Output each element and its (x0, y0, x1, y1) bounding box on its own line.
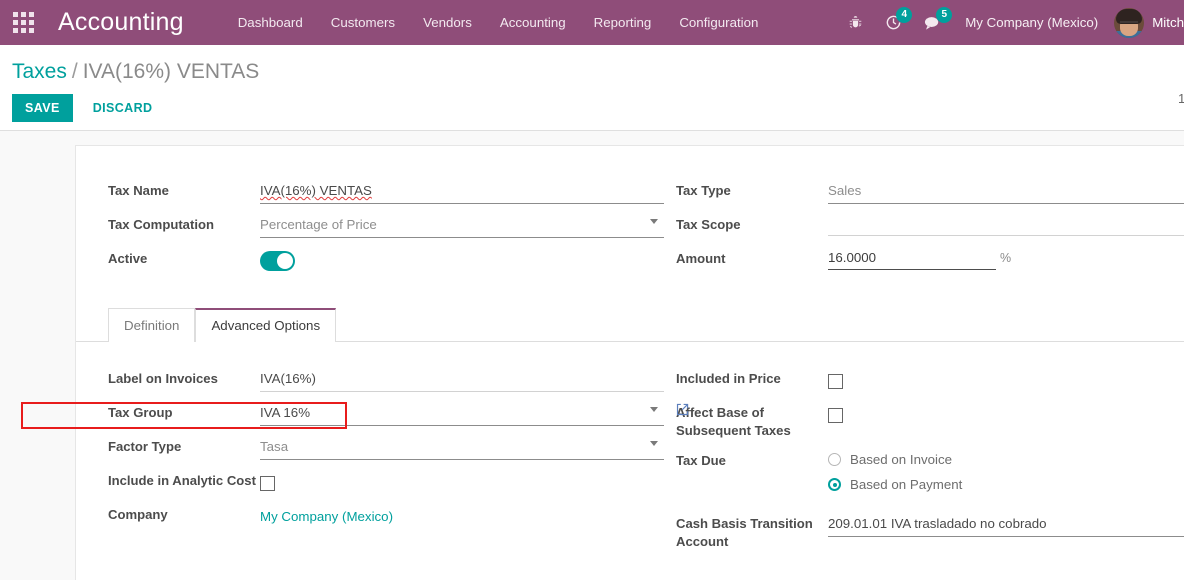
tax-name-label: Tax Name (108, 183, 169, 198)
label-on-invoices-input[interactable]: IVA(16%) (260, 367, 664, 392)
breadcrumb-taxes-link[interactable]: Taxes (12, 60, 67, 83)
include-analytic-cost-checkbox[interactable] (260, 476, 275, 491)
user-name-label: Mitch (1152, 15, 1184, 30)
record-action-buttons: SAVE DISCARD (0, 87, 1184, 124)
included-in-price-label: Included in Price (676, 371, 781, 386)
tax-due-label: Tax Due (676, 453, 726, 468)
tax-scope-select[interactable] (828, 213, 1184, 236)
tax-computation-field: Tax Computation Percentage of Price (108, 210, 664, 238)
company-field: Company My Company (Mexico) (108, 500, 664, 528)
messages-icon[interactable]: 5 (913, 0, 953, 45)
menu-item-customers[interactable]: Customers (317, 0, 409, 45)
user-menu[interactable]: Mitch (1110, 7, 1184, 38)
tab-definition[interactable]: Definition (108, 308, 196, 342)
main-menu: Dashboard Customers Vendors Accounting R… (224, 0, 773, 45)
navbar-right-zone: 4 5 My Company (Mexico) Mitch (837, 0, 1184, 45)
affect-base-label: Affect Base of Subsequent Taxes (676, 405, 791, 438)
apps-menu-button[interactable] (0, 0, 46, 45)
factor-type-select[interactable]: Tasa (260, 435, 664, 460)
notebook-tabs: Definition Advanced Options (76, 308, 1184, 342)
tab-advanced-options[interactable]: Advanced Options (195, 308, 337, 342)
tax-scope-label: Tax Scope (676, 217, 741, 232)
affect-base-checkbox[interactable] (828, 408, 843, 423)
tax-computation-select[interactable]: Percentage of Price (260, 213, 664, 238)
activity-clock-icon[interactable]: 4 (874, 0, 913, 45)
menu-item-vendors[interactable]: Vendors (409, 0, 486, 45)
tax-due-option-invoice[interactable]: Based on Invoice (828, 447, 1184, 472)
advanced-options-pane: Label on Invoices IVA(16%) Tax Group IVA… (76, 342, 1184, 557)
company-switcher[interactable]: My Company (Mexico) (953, 15, 1110, 30)
menu-item-dashboard[interactable]: Dashboard (224, 0, 317, 45)
chevron-down-icon (650, 407, 658, 412)
main-field-group: Tax Name IVA(16%) VENTAS Tax Computation… (76, 176, 1184, 278)
amount-label: Amount (676, 251, 726, 266)
activity-count-badge: 4 (896, 7, 913, 23)
company-value-link[interactable]: My Company (Mexico) (260, 503, 664, 524)
tax-due-field: Tax Due Based on Invoice Based on Paymen… (676, 446, 1184, 497)
menu-item-reporting[interactable]: Reporting (580, 0, 666, 45)
included-in-price-checkbox[interactable] (828, 374, 843, 389)
tax-computation-label: Tax Computation (108, 217, 214, 232)
tax-group-field: Tax Group IVA 16% (108, 398, 689, 426)
main-left-column: Tax Name IVA(16%) VENTAS Tax Computation… (108, 176, 664, 278)
advanced-right-column: Included in Price Affect Base of Subsequ… (664, 364, 1184, 557)
included-in-price-field: Included in Price (676, 364, 1184, 392)
active-label: Active (108, 251, 148, 266)
company-label: Company (108, 507, 168, 522)
tax-due-option-invoice-label: Based on Invoice (850, 452, 953, 467)
form-sheet: Tax Name IVA(16%) VENTAS Tax Computation… (75, 145, 1184, 580)
messages-count-badge: 5 (936, 7, 953, 23)
amount-input[interactable]: 16.0000 (828, 247, 996, 270)
tax-scope-field: Tax Scope (676, 210, 1184, 238)
advanced-field-group: Label on Invoices IVA(16%) Tax Group IVA… (76, 364, 1184, 557)
affect-base-field: Affect Base of Subsequent Taxes (676, 398, 1184, 440)
record-pager[interactable]: 1 (1178, 91, 1184, 106)
breadcrumb-current-record: IVA(16%) VENTAS (82, 60, 260, 83)
menu-item-configuration[interactable]: Configuration (665, 0, 772, 45)
factor-type-field: Factor Type Tasa (108, 432, 664, 460)
main-right-column: Tax Type Sales Tax Scope Amount 16.0000 … (664, 176, 1184, 278)
content-area: Tax Name IVA(16%) VENTAS Tax Computation… (0, 131, 1184, 580)
label-on-invoices-field: Label on Invoices IVA(16%) (108, 364, 664, 392)
tax-name-input[interactable]: IVA(16%) VENTAS (260, 179, 664, 204)
app-brand-title[interactable]: Accounting (58, 8, 184, 37)
factor-type-label: Factor Type (108, 439, 182, 454)
cash-basis-transition-account-field: Cash Basis Transition Account 209.01.01 … (676, 509, 1184, 551)
tax-type-label: Tax Type (676, 183, 731, 198)
chevron-down-icon (650, 441, 658, 446)
include-analytic-cost-label: Include in Analytic Cost (108, 473, 256, 488)
chevron-down-icon (650, 219, 658, 224)
avatar (1114, 7, 1145, 38)
breadcrumb: Taxes / IVA(16%) VENTAS (0, 53, 1184, 87)
tax-due-option-payment[interactable]: Based on Payment (828, 472, 1184, 497)
save-button[interactable]: SAVE (12, 94, 73, 122)
cash-basis-transition-account-select[interactable]: 209.01.01 IVA trasladado no cobrado (828, 512, 1184, 537)
active-field: Active (108, 244, 664, 272)
apps-grid-icon (12, 12, 34, 33)
breadcrumb-separator: / (71, 60, 78, 83)
tax-due-option-payment-label: Based on Payment (850, 477, 963, 492)
active-toggle[interactable] (260, 251, 295, 271)
bug-icon[interactable] (837, 0, 874, 45)
tax-group-select[interactable]: IVA 16% (260, 401, 664, 426)
tax-group-external-link-icon[interactable] (675, 402, 690, 417)
tax-type-field: Tax Type Sales (676, 176, 1184, 204)
menu-item-accounting[interactable]: Accounting (486, 0, 580, 45)
amount-unit-label: % (1000, 251, 1012, 265)
radio-unselected-icon (828, 453, 841, 466)
tax-group-label: Tax Group (108, 405, 173, 420)
advanced-left-column: Label on Invoices IVA(16%) Tax Group IVA… (108, 364, 689, 557)
discard-button[interactable]: DISCARD (81, 94, 165, 122)
include-analytic-cost-field: Include in Analytic Cost (108, 466, 664, 494)
amount-field: Amount 16.0000 % (676, 244, 1184, 272)
tax-type-select[interactable]: Sales (828, 179, 1184, 204)
cash-basis-transition-account-label: Cash Basis Transition Account (676, 516, 813, 549)
control-panel: Taxes / IVA(16%) VENTAS SAVE DISCARD 1 (0, 45, 1184, 131)
tax-name-field: Tax Name IVA(16%) VENTAS (108, 176, 664, 204)
top-navbar: Accounting Dashboard Customers Vendors A… (0, 0, 1184, 45)
label-on-invoices-label: Label on Invoices (108, 371, 218, 386)
radio-selected-icon (828, 478, 841, 491)
